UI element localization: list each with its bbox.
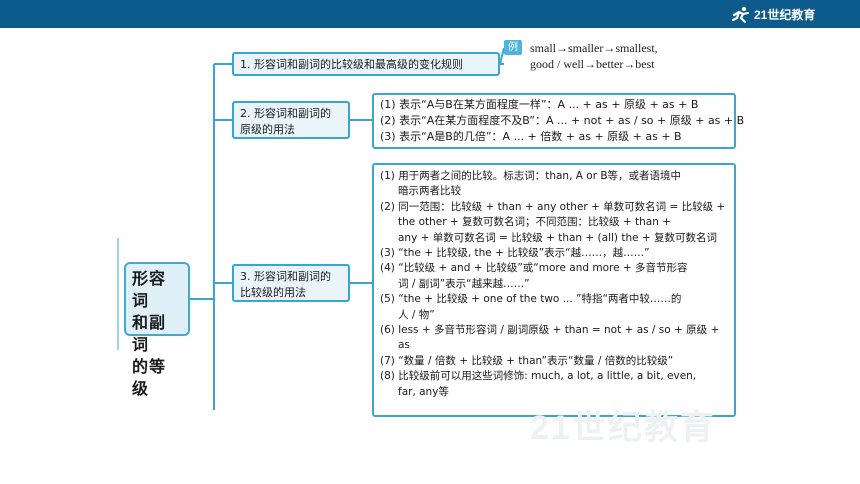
detail-3-line: as: [398, 339, 410, 352]
example-line: small→smaller→smallest,: [530, 41, 658, 55]
branch-2-detail-box: (1) 表示“A与B在某方面程度一样”：A ... + as + 原级 + as…: [372, 93, 745, 149]
detail-2-line: (1) 表示“A与B在某方面程度一样”：A ... + as + 原级 + as…: [380, 98, 699, 111]
branch-3-node: 3. 形容词和副词的 比较级的用法: [232, 264, 350, 302]
detail-3-line: (3) “the + 比较级, the + 比较级”表示“越……，越……”: [380, 247, 650, 260]
detail-3-line: the other + 复数可数名词；不同范围：比较级 + than +: [398, 216, 671, 229]
detail-3-line: (5) “the + 比较级 + one of the two ... ”特指“…: [380, 293, 682, 306]
detail-3-line: (6) less + 多音节形容词 / 副词原级 + than = not + …: [380, 324, 720, 337]
branch-2-label-line: 原级的用法: [240, 123, 295, 136]
watermark-logo: 21世纪教育: [530, 400, 716, 449]
center-topic-line: 形容词: [132, 269, 167, 310]
example-badge: 例: [504, 40, 522, 55]
detail-3-line: (4) “比较级 + and + 比较级”或“more and more + 多…: [380, 262, 688, 275]
branch-3-label-line: 比较级的用法: [240, 286, 306, 299]
branch-3-detail-box: (1) 用于两者之间的比较。标志词：than, A or B等，或者语境中暗示两…: [372, 163, 736, 417]
detail-3-line: (2) 同一范围：比较级 + than + any other + 单数可数名词…: [380, 200, 726, 213]
branch-2-node: 2. 形容词和副词的 原级的用法: [232, 101, 350, 139]
watermark-text: 21世纪教育: [530, 409, 716, 447]
branch-3-label-line: 3. 形容词和副词的: [240, 270, 331, 283]
branch-1-label: 1. 形容词和副词的比较级和最高级的变化规则: [240, 58, 463, 71]
detail-3-line: (7) “数量 / 倍数 + 比较级 + than”表示“数量 / 倍数的比较级…: [380, 354, 674, 367]
center-topic-node: 形容词 和副词 的等级: [124, 262, 190, 398]
example-line: good / well→better→best: [530, 57, 655, 71]
branch-2-label-line: 2. 形容词和副词的: [240, 107, 331, 120]
center-topic-line: 和副词: [132, 313, 167, 354]
detail-2-line: (2) 表示“A在某方面程度不及B”：A ... + not + as / so…: [380, 114, 745, 127]
branch-1-node: 1. 形容词和副词的比较级和最高级的变化规则: [232, 52, 500, 76]
detail-3-line: 人 / 物”: [398, 308, 435, 321]
detail-3-line: (1) 用于两者之间的比较。标志词：than, A or B等，或者语境中: [380, 170, 682, 182]
detail-3-line: any + 单数可数名词 = 比较级 + than + (all) the + …: [398, 231, 718, 244]
detail-3-line: 词 / 副词”表示“越来越……”: [398, 277, 530, 290]
detail-3-line: far, any等: [398, 385, 449, 398]
detail-2-line: (3) 表示“A是B的几倍”：A ... + 倍数 + as + 原级 + as…: [380, 130, 682, 143]
example-text: small→smaller→smallest, good / well→bett…: [530, 40, 658, 72]
detail-3-line: (8) 比较级前可以用这些词修饰: much, a lot, a little,…: [380, 370, 697, 383]
center-topic-line: 的等级: [132, 357, 167, 398]
detail-3-line: 暗示两者比较: [398, 185, 461, 198]
